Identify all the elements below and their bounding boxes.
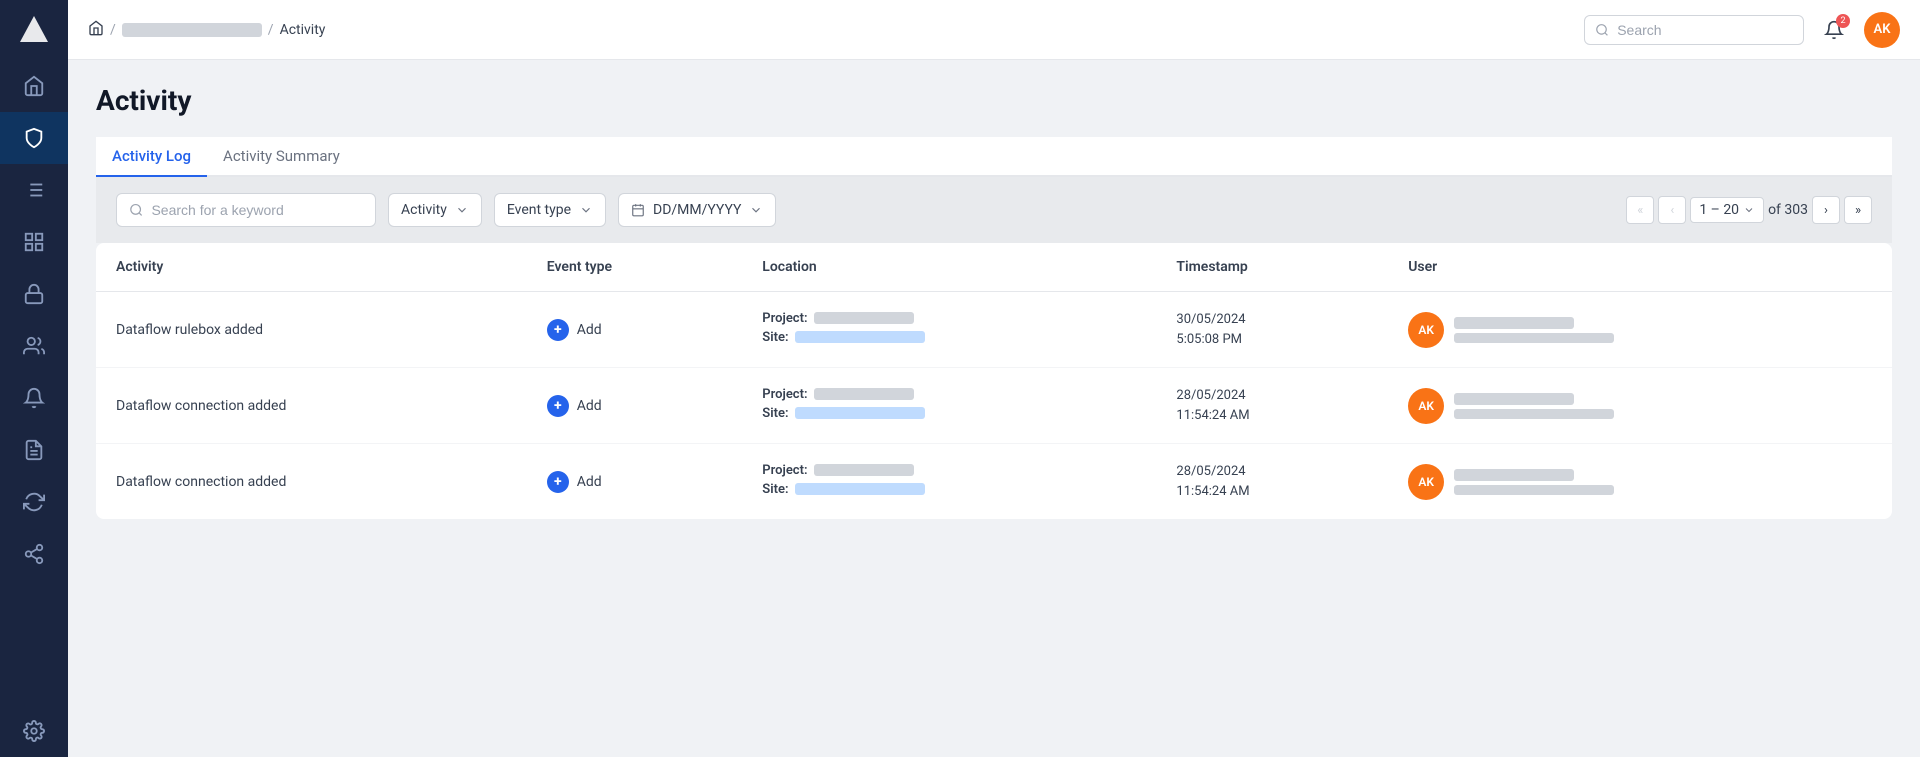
tabs: Activity Log Activity Summary [96,137,1892,177]
sidebar-item-bell[interactable] [0,372,68,424]
pagination: « ‹ 1 – 20 of 303 › » [1626,196,1872,224]
topbar-search-box[interactable] [1584,15,1804,45]
activity-chevron-icon [455,203,469,217]
site-blurred-2 [795,407,925,419]
user-avatar-row-2: AK [1408,388,1444,424]
col-activity: Activity [96,243,527,292]
site-blurred-1 [795,331,925,343]
filter-search-box[interactable] [116,193,376,227]
date-chevron-icon [749,203,763,217]
breadcrumb-separator-2: / [268,22,274,38]
user-info-2 [1454,393,1614,419]
sidebar-item-dashboard[interactable] [0,216,68,268]
home-breadcrumb-icon[interactable] [88,20,104,40]
col-location: Location [742,243,1156,292]
event-type-filter-label: Event type [507,202,571,218]
table-row: Dataflow rulebox added + Add Project: [96,292,1892,368]
table-row: Dataflow connection added + Add Project: [96,368,1892,444]
user-avatar-button[interactable]: AK [1864,12,1900,48]
filters-bar: Activity Event type DD/MM/YYYY « ‹ 1 – 2… [96,177,1892,243]
user-cell-3: AK [1388,444,1892,520]
page-content: Activity Activity Log Activity Summary A… [68,60,1920,757]
activity-cell-3: Dataflow connection added [96,444,527,520]
pagination-prev-button[interactable]: ‹ [1658,196,1686,224]
sidebar-item-report[interactable] [0,424,68,476]
timestamp-cell-1: 30/05/2024 5:05:08 PM [1156,292,1388,368]
pagination-first-button[interactable]: « [1626,196,1654,224]
pagination-last-button[interactable]: » [1844,196,1872,224]
date-filter-label: DD/MM/YYYY [653,202,741,218]
col-timestamp: Timestamp [1156,243,1388,292]
add-icon-2: + [547,395,569,417]
sidebar-logo[interactable] [0,0,68,60]
breadcrumb: / / Activity [88,20,1584,40]
notification-button[interactable]: 2 [1816,12,1852,48]
topbar-search-input[interactable] [1617,22,1793,38]
activity-filter-label: Activity [401,202,447,218]
activity-cell-1: Dataflow rulebox added [96,292,527,368]
topbar-right: 2 AK [1584,12,1900,48]
tab-area: Activity Log Activity Summary [96,137,1892,177]
activity-filter-dropdown[interactable]: Activity [388,193,482,227]
topbar: / / Activity 2 AK [68,0,1920,60]
range-chevron-icon [1743,204,1755,216]
site-blurred-3 [795,483,925,495]
user-cell-1: AK [1388,292,1892,368]
location-cell-2: Project: Site: [742,368,1156,444]
col-event-type: Event type [527,243,743,292]
sidebar-item-share[interactable] [0,528,68,580]
timestamp-cell-2: 28/05/2024 11:54:24 AM [1156,368,1388,444]
main-area: / / Activity 2 AK Activity Activity Log … [68,0,1920,757]
user-avatar-row-3: AK [1408,464,1444,500]
event-type-cell-3: + Add [527,444,743,520]
breadcrumb-current: Activity [280,22,326,38]
col-user: User [1388,243,1892,292]
project-blurred-2 [814,388,914,400]
project-blurred-3 [814,464,914,476]
user-cell-2: AK [1388,368,1892,444]
event-type-filter-dropdown[interactable]: Event type [494,193,606,227]
event-type-cell-1: + Add [527,292,743,368]
event-type-cell-2: + Add [527,368,743,444]
user-info-1 [1454,317,1614,343]
sidebar-item-lock[interactable] [0,268,68,320]
date-filter-dropdown[interactable]: DD/MM/YYYY [618,193,776,227]
user-info-3 [1454,469,1614,495]
sidebar [0,0,68,757]
sidebar-item-shield[interactable] [0,112,68,164]
filter-search-icon [129,202,143,218]
breadcrumb-separator-1: / [110,22,116,38]
page-title: Activity [96,84,1892,117]
sidebar-item-settings[interactable] [0,705,68,757]
activity-cell-2: Dataflow connection added [96,368,527,444]
location-cell-1: Project: Site: [742,292,1156,368]
event-type-chevron-icon [579,203,593,217]
tab-activity-summary[interactable]: Activity Summary [207,137,356,177]
breadcrumb-project[interactable] [122,23,262,37]
timestamp-cell-3: 28/05/2024 11:54:24 AM [1156,444,1388,520]
sidebar-item-sync[interactable] [0,476,68,528]
pagination-next-button[interactable]: › [1812,196,1840,224]
search-icon [1595,22,1609,38]
location-cell-3: Project: Site: [742,444,1156,520]
tab-activity-log[interactable]: Activity Log [96,137,207,177]
sidebar-item-list[interactable] [0,164,68,216]
calendar-icon [631,203,645,217]
pagination-total-label: of 303 [1768,202,1808,218]
pagination-range-label: 1 – 20 [1699,202,1739,218]
sidebar-item-home[interactable] [0,60,68,112]
sidebar-item-users[interactable] [0,320,68,372]
add-icon-1: + [547,319,569,341]
pagination-range-select[interactable]: 1 – 20 [1690,197,1764,223]
user-avatar-row-1: AK [1408,312,1444,348]
notification-badge: 2 [1836,14,1850,28]
table-row: Dataflow connection added + Add Project: [96,444,1892,520]
filter-search-input[interactable] [151,202,363,218]
activity-table: Activity Event type Location Timestamp U… [96,243,1892,519]
add-icon-3: + [547,471,569,493]
project-blurred-1 [814,312,914,324]
